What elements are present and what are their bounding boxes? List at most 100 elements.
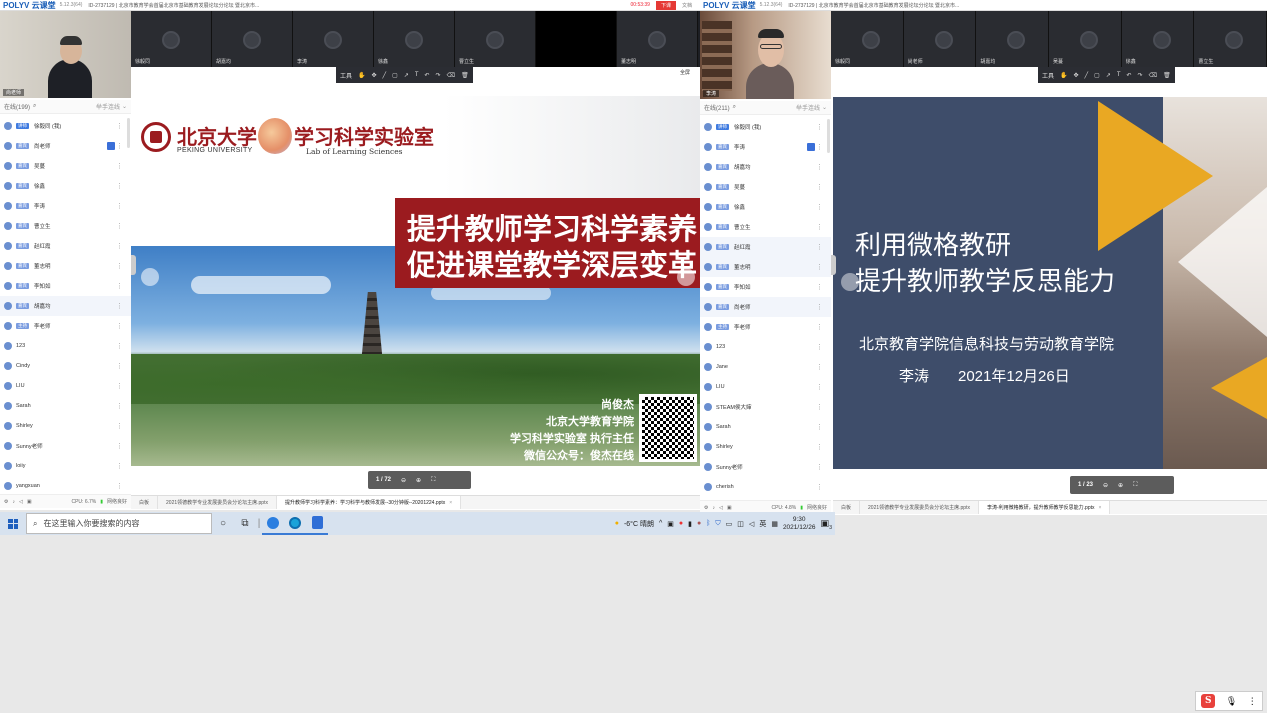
more-options-icon[interactable]: ⋮ bbox=[116, 142, 123, 150]
file-tab[interactable]: 2021领德教学专业发展委员会分论坛主席.pptx bbox=[158, 496, 277, 509]
battery-icon[interactable]: ▭ bbox=[726, 520, 733, 528]
participant-row[interactable]: 嘉宾 徐鑫 ⋮ bbox=[700, 197, 831, 217]
chevron-down-icon[interactable]: ⌄ bbox=[822, 104, 827, 111]
camera-tile[interactable]: 徐鑫 bbox=[1121, 11, 1195, 67]
speaker-icon[interactable]: ◁ bbox=[719, 505, 723, 511]
participant-row[interactable]: 嘉宾 董志明 ⋮ bbox=[0, 256, 131, 276]
mic-icon[interactable]: ♪ bbox=[712, 505, 715, 511]
speaker-icon[interactable]: ◁ bbox=[19, 499, 23, 505]
browser-icon[interactable] bbox=[284, 512, 306, 535]
file-tab-active[interactable]: 李涛-利用微格教研，提升教师教学反思能力.pptx × bbox=[978, 501, 1111, 514]
more-options-icon[interactable]: ⋮ bbox=[816, 163, 823, 171]
participant-row[interactable]: STEAM侯大婶 ⋮ bbox=[700, 397, 831, 417]
participant-row[interactable]: Sarah ⋮ bbox=[0, 396, 131, 416]
participant-row[interactable]: 嘉宾 李涛 ⋮ bbox=[700, 137, 831, 157]
arrow-tool-icon[interactable]: ↗ bbox=[1106, 72, 1111, 79]
text-tool-icon[interactable]: T bbox=[1117, 72, 1121, 78]
pen-tool-icon[interactable]: ╱ bbox=[383, 72, 387, 79]
participant-row[interactable]: 讲师 徐毅同 (我) ⋮ bbox=[700, 117, 831, 137]
move-tool-icon[interactable]: ✥ bbox=[1074, 72, 1079, 79]
more-options-icon[interactable]: ⋮ bbox=[116, 242, 123, 250]
taskbar-search[interactable]: ⌕ 在这里输入你要搜索的内容 bbox=[26, 513, 212, 534]
more-options-icon[interactable]: ⋮ bbox=[116, 442, 123, 450]
doc-button[interactable]: 文档 bbox=[682, 2, 692, 9]
participant-row[interactable]: LIU ⋮ bbox=[0, 376, 131, 396]
more-options-icon[interactable]: ⋮ bbox=[816, 323, 823, 331]
more-options-icon[interactable]: ⋮ bbox=[816, 423, 823, 431]
participant-row[interactable]: Shirley ⋮ bbox=[700, 437, 831, 457]
fit-screen-icon[interactable]: ⛶ bbox=[1133, 482, 1137, 489]
camera-tile[interactable]: 董志明 bbox=[617, 11, 698, 67]
participant-row[interactable]: 嘉宾 赵红霞 ⋮ bbox=[0, 236, 131, 256]
more-options-icon[interactable]: ⋮ bbox=[816, 343, 823, 351]
more-options-icon[interactable]: ⋮ bbox=[116, 342, 123, 350]
participant-row[interactable]: 嘉宾 尚老师 ⋮ bbox=[700, 297, 831, 317]
tray-app-icon[interactable]: ▣ bbox=[667, 520, 674, 528]
participant-row[interactable]: Sunny老师 ⋮ bbox=[0, 436, 131, 456]
bluetooth-icon[interactable]: ᛒ bbox=[706, 520, 710, 527]
tools-menu[interactable]: 工具 bbox=[1042, 71, 1054, 80]
participant-row[interactable]: Sunny老师 ⋮ bbox=[700, 457, 831, 477]
more-options-icon[interactable]: ⋮ bbox=[816, 223, 823, 231]
camera-tile[interactable]: 李涛 bbox=[293, 11, 374, 67]
document-app-icon[interactable] bbox=[306, 512, 328, 535]
more-options-icon[interactable]: ⋮ bbox=[116, 422, 123, 430]
fullscreen-button[interactable]: 全屏 bbox=[680, 69, 690, 76]
tray-mic-icon[interactable]: ▮ bbox=[688, 520, 692, 528]
camera-tile[interactable]: 胡嘉均 bbox=[212, 11, 293, 67]
participant-row[interactable]: 嘉宾 李知如 ⋮ bbox=[0, 276, 131, 296]
participant-row[interactable]: Sarah ⋮ bbox=[700, 417, 831, 437]
eraser-icon[interactable]: ⌫ bbox=[1149, 72, 1157, 79]
more-options-icon[interactable]: ⋮ bbox=[116, 382, 123, 390]
zoom-in-icon[interactable]: ⊕ bbox=[1118, 482, 1123, 489]
prev-slide-button[interactable] bbox=[141, 268, 159, 286]
eraser-icon[interactable]: ⌫ bbox=[447, 72, 455, 79]
camera-on-icon[interactable] bbox=[107, 142, 115, 150]
more-options-icon[interactable]: ⋮ bbox=[116, 122, 123, 130]
volume-icon[interactable]: ◁ bbox=[749, 520, 754, 528]
network-icon[interactable]: ◫ bbox=[737, 520, 744, 528]
more-options-icon[interactable]: ⋮ bbox=[816, 463, 823, 471]
redo-icon[interactable]: ↷ bbox=[1138, 72, 1143, 79]
participant-row[interactable]: 主持 李老师 ⋮ bbox=[0, 316, 131, 336]
participant-row[interactable]: Shirley ⋮ bbox=[0, 416, 131, 436]
more-options-icon[interactable]: ⋮ bbox=[816, 263, 823, 271]
participant-row[interactable]: 嘉宾 李知如 ⋮ bbox=[700, 277, 831, 297]
zoom-out-icon[interactable]: ⊖ bbox=[1103, 482, 1108, 489]
close-icon[interactable]: × bbox=[449, 500, 452, 506]
zoom-out-icon[interactable]: ⊖ bbox=[401, 477, 406, 484]
more-options-icon[interactable]: ⋮ bbox=[816, 283, 823, 291]
camera-tile-dark[interactable] bbox=[536, 11, 617, 67]
participant-row[interactable]: 嘉宾 吴蔓 ⋮ bbox=[700, 177, 831, 197]
move-tool-icon[interactable]: ✥ bbox=[372, 72, 377, 79]
participant-row[interactable]: 123 ⋮ bbox=[0, 336, 131, 356]
participant-row[interactable]: Jane ⋮ bbox=[700, 357, 831, 377]
more-options-icon[interactable]: ⋮ bbox=[116, 282, 123, 290]
ime-menu-icon[interactable]: ⋮ bbox=[1248, 696, 1257, 707]
right-collapse-handle[interactable] bbox=[831, 255, 836, 275]
rect-tool-icon[interactable]: ▢ bbox=[392, 72, 398, 79]
participant-row[interactable]: 嘉宾 曹立生 ⋮ bbox=[700, 217, 831, 237]
end-class-button[interactable]: 下课 bbox=[655, 0, 676, 10]
ime-language[interactable]: 英 bbox=[759, 519, 766, 529]
right-list-scrollbar[interactable] bbox=[827, 119, 830, 153]
participant-row[interactable]: cherish ⋮ bbox=[700, 477, 831, 497]
more-options-icon[interactable]: ⋮ bbox=[816, 243, 823, 251]
camera-icon[interactable]: ▣ bbox=[727, 505, 732, 511]
more-options-icon[interactable]: ⋮ bbox=[116, 222, 123, 230]
redo-icon[interactable]: ↷ bbox=[436, 72, 441, 79]
hand-raise-filter[interactable]: 举手连线 bbox=[96, 102, 120, 111]
more-options-icon[interactable]: ⋮ bbox=[816, 363, 823, 371]
camera-tile[interactable]: 曹立生 bbox=[1194, 11, 1267, 67]
undo-icon[interactable]: ↶ bbox=[1127, 72, 1132, 79]
participant-row[interactable]: LIU ⋮ bbox=[700, 377, 831, 397]
undo-icon[interactable]: ↶ bbox=[425, 72, 430, 79]
security-icon[interactable]: ⛉ bbox=[715, 520, 720, 528]
taskbar-clock[interactable]: 9:30 2021/12/26 bbox=[783, 516, 816, 532]
more-options-icon[interactable]: ⋮ bbox=[816, 123, 823, 131]
file-tab[interactable]: 白板 bbox=[833, 501, 861, 514]
more-options-icon[interactable]: ⋮ bbox=[116, 322, 123, 330]
weather-text[interactable]: -6°C 晴朗 bbox=[624, 519, 654, 529]
participant-row[interactable]: 嘉宾 李涛 ⋮ bbox=[0, 196, 131, 216]
camera-on-icon[interactable] bbox=[807, 143, 815, 151]
